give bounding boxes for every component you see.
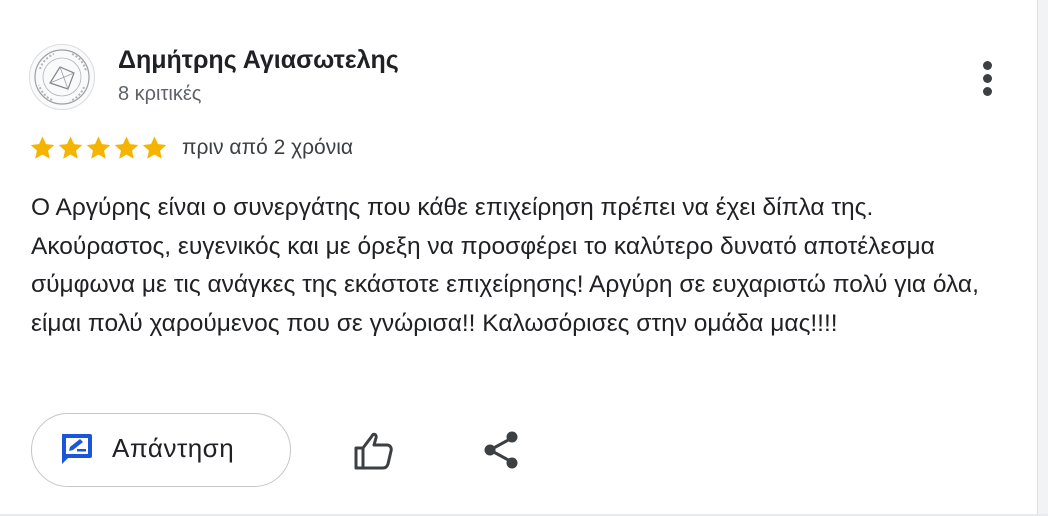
star-icon [142, 136, 167, 159]
reply-edit-icon [62, 434, 92, 464]
review-card: Δημήτρης Αγιασωτελης 8 κριτικές πριν από… [0, 0, 1048, 516]
star-icon [58, 136, 83, 159]
map-panel-edge [1037, 0, 1048, 516]
like-button[interactable] [350, 424, 398, 476]
share-icon [484, 431, 518, 469]
avatar[interactable] [29, 44, 95, 110]
star-icon [114, 136, 139, 159]
more-vertical-icon-dot [983, 74, 992, 83]
more-options-button[interactable] [968, 56, 1008, 100]
author-name[interactable]: Δημήτρης Αγιασωτελης [118, 46, 399, 75]
star-icon [30, 136, 55, 159]
review-text: Ο Αργύρης είναι ο συνεργάτης που κάθε επ… [31, 194, 979, 337]
star-icon [86, 136, 111, 159]
reply-button[interactable]: Απάντηση [31, 413, 291, 487]
more-vertical-icon-dot [983, 87, 992, 96]
share-button[interactable] [478, 424, 526, 476]
star-rating [29, 134, 169, 164]
review-date: πριν από 2 χρόνια [182, 136, 354, 159]
thumbs-up-icon [354, 432, 393, 470]
reply-label: Απάντηση [112, 433, 235, 463]
avatar-logo-icon [34, 49, 90, 105]
more-vertical-icon [983, 61, 992, 70]
review-count: 8 κριτικές [118, 83, 202, 105]
